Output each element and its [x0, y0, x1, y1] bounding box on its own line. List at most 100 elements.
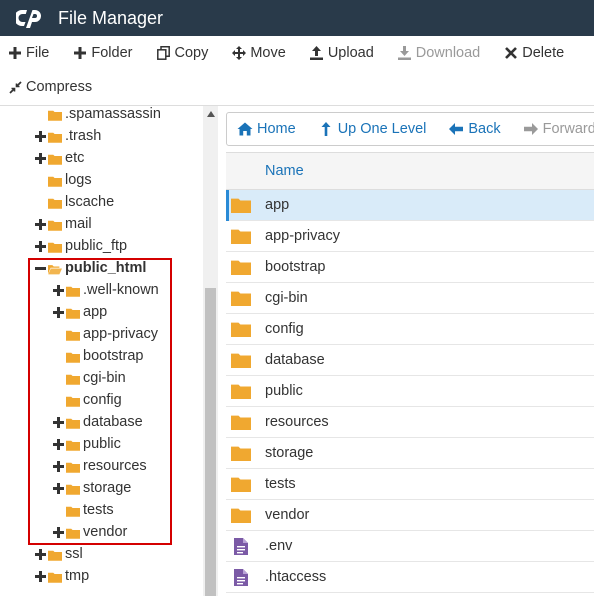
expand-plus-icon[interactable]: [34, 570, 46, 582]
tree-item-cgi-bin[interactable]: cgi-bin: [52, 367, 126, 389]
folder-icon: [231, 321, 251, 337]
back-button[interactable]: Back: [448, 121, 501, 137]
tree-item-dot-spamassassin[interactable]: .spamassassin: [34, 106, 161, 125]
button-label: File: [26, 45, 50, 61]
table-row[interactable]: cgi-bin: [226, 283, 594, 314]
forward-button[interactable]: Forward: [523, 121, 594, 137]
tree-item-lscache[interactable]: lscache: [34, 191, 114, 213]
tree-item-tests[interactable]: tests: [52, 499, 114, 521]
button-label: Delete: [522, 45, 565, 61]
tree-item-mail[interactable]: mail: [34, 213, 92, 235]
table-row[interactable]: config: [226, 314, 594, 345]
file-button[interactable]: File: [8, 45, 49, 61]
tree-item-ssl[interactable]: ssl: [34, 543, 83, 565]
tree-item-label: public_html: [65, 260, 147, 276]
folder-icon: [48, 131, 62, 143]
tree-item-label: cgi-bin: [83, 370, 126, 386]
tree-item-app-privacy[interactable]: app-privacy: [52, 323, 158, 345]
expand-plus-icon[interactable]: [52, 460, 64, 472]
expand-plus-icon[interactable]: [52, 284, 64, 296]
folder-button[interactable]: Folder: [73, 45, 132, 61]
expand-plus-icon[interactable]: [52, 306, 64, 318]
table-row[interactable]: vendor: [226, 500, 594, 531]
folder-icon: [66, 439, 80, 451]
delete-button[interactable]: Delete: [504, 45, 564, 61]
tree-item-app[interactable]: app: [52, 301, 107, 323]
table-row[interactable]: storage: [226, 438, 594, 469]
folder-icon: [48, 109, 62, 121]
move-icon: [232, 46, 247, 60]
expand-plus-icon[interactable]: [52, 416, 64, 428]
table-row[interactable]: app: [226, 190, 594, 221]
expand-plus-icon[interactable]: [34, 152, 46, 164]
tree-item-public[interactable]: public: [52, 433, 121, 455]
tree-item-label: bootstrap: [83, 348, 144, 364]
table-row[interactable]: bootstrap: [226, 252, 594, 283]
file-name: app-privacy: [265, 228, 340, 244]
folder-icon: [48, 197, 62, 209]
tree-item-database[interactable]: database: [52, 411, 143, 433]
expand-plus-icon[interactable]: [34, 240, 46, 252]
column-header-name[interactable]: Name: [226, 152, 594, 190]
collapse-minus-icon[interactable]: [34, 262, 46, 274]
tree-item-dot-trash[interactable]: .trash: [34, 125, 101, 147]
compress-button[interactable]: Compress: [8, 79, 92, 95]
tree-item-dot-well-known[interactable]: .well-known: [52, 279, 159, 301]
copy-button[interactable]: Copy: [156, 45, 208, 61]
table-row[interactable]: resources: [226, 407, 594, 438]
table-row[interactable]: public: [226, 376, 594, 407]
home-button[interactable]: Home: [237, 121, 296, 137]
expand-plus-icon[interactable]: [34, 218, 46, 230]
folder-icon: [48, 175, 62, 187]
file-name: vendor: [265, 507, 310, 523]
table-row[interactable]: .htaccess: [226, 562, 594, 593]
tree-item-etc[interactable]: etc: [34, 147, 84, 169]
expand-plus-icon[interactable]: [52, 482, 64, 494]
table-row[interactable]: app-privacy: [226, 221, 594, 252]
download-button[interactable]: Download: [398, 45, 480, 61]
tree-item-logs[interactable]: logs: [34, 169, 92, 191]
up-one-level-button[interactable]: Up One Level: [318, 121, 426, 137]
tree-item-label: public_ftp: [65, 238, 128, 254]
table-row[interactable]: .env: [226, 531, 594, 562]
scroll-thumb[interactable]: [205, 288, 216, 596]
level-up-icon: [318, 122, 334, 136]
table-row[interactable]: database: [226, 345, 594, 376]
expand-plus-icon[interactable]: [34, 548, 46, 560]
folder-icon: [231, 352, 251, 368]
tree-item-resources[interactable]: resources: [52, 455, 147, 477]
expand-plus-icon[interactable]: [52, 526, 64, 538]
tree-scrollbar[interactable]: [203, 106, 218, 596]
file-name: config: [265, 321, 304, 337]
folder-icon: [231, 383, 251, 399]
move-button[interactable]: Move: [232, 45, 286, 61]
folder-open-icon: [48, 263, 62, 274]
tree-item-label: tmp: [65, 568, 90, 584]
folder-icon: [231, 414, 251, 430]
tree-item-storage[interactable]: storage: [52, 477, 131, 499]
tree-item-vendor[interactable]: vendor: [52, 521, 127, 543]
toolbar-row-2: Compress: [0, 70, 594, 104]
tree-item-public_ftp[interactable]: public_ftp: [34, 235, 127, 257]
tree-item-config[interactable]: config: [52, 389, 122, 411]
compress-icon: [8, 80, 22, 94]
button-label: Folder: [91, 45, 133, 61]
tree-item-label: resources: [83, 458, 147, 474]
folder-icon: [66, 373, 80, 385]
expand-plus-icon[interactable]: [52, 438, 64, 450]
tree-item-label: .well-known: [83, 282, 159, 298]
plus-icon: [73, 46, 87, 60]
tree-item-bootstrap[interactable]: bootstrap: [52, 345, 143, 367]
upload-button[interactable]: Upload: [310, 45, 374, 61]
folder-icon: [231, 290, 251, 306]
expand-plus-icon[interactable]: [34, 130, 46, 142]
tree-item-public_html[interactable]: public_html: [34, 257, 146, 279]
tree-item-tmp[interactable]: tmp: [34, 565, 89, 587]
tree-item-label: storage: [83, 480, 132, 496]
table-row[interactable]: tests: [226, 469, 594, 500]
scroll-up-icon[interactable]: [203, 106, 218, 122]
file-name: cgi-bin: [265, 290, 308, 306]
button-label: Upload: [327, 45, 374, 61]
